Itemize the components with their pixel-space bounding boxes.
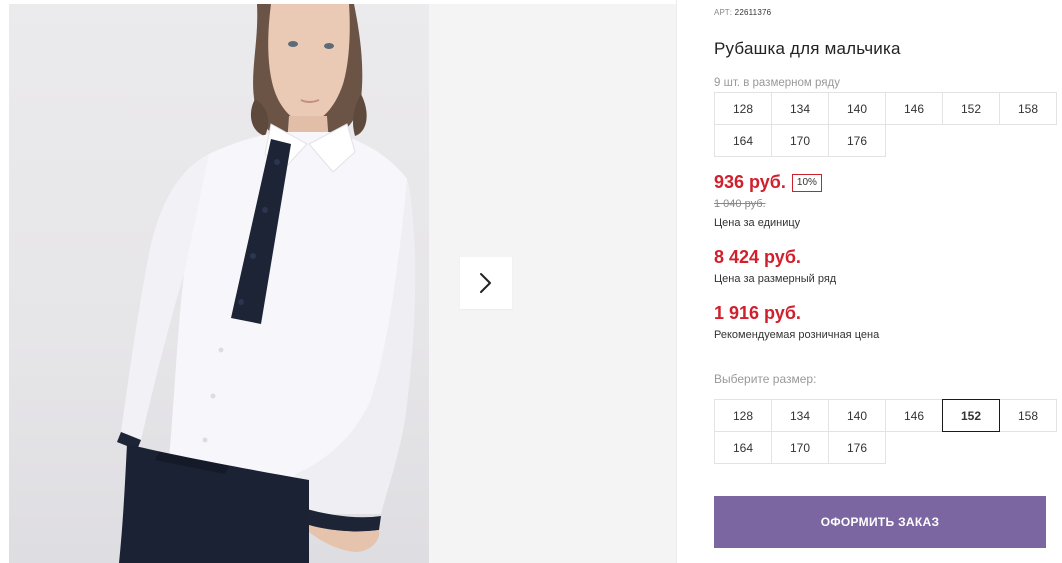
discount-badge: 10% <box>791 173 822 192</box>
pack-size-cell: 170 <box>771 124 829 157</box>
pack-size-cell: 176 <box>828 124 886 157</box>
pack-size-cell: 128 <box>714 92 772 125</box>
old-price: 1 040 руб. <box>714 198 766 210</box>
chevron-right-icon <box>480 273 491 293</box>
pack-size-cell: 140 <box>828 92 886 125</box>
product-photo-image <box>117 4 416 563</box>
sku-value: 22611376 <box>734 8 772 17</box>
pack-note: 9 шт. в размерном ряду <box>714 77 840 89</box>
rrp-price: 1 916 руб. <box>714 303 801 323</box>
size-option-selected[interactable]: 152 <box>942 399 1000 432</box>
size-option[interactable]: 134 <box>771 399 829 432</box>
size-option[interactable]: 146 <box>885 399 943 432</box>
size-option[interactable]: 128 <box>714 399 772 432</box>
size-option[interactable]: 170 <box>771 431 829 464</box>
sku: АРТ: 22611376 <box>714 8 771 17</box>
size-option[interactable]: 176 <box>828 431 886 464</box>
size-option[interactable]: 140 <box>828 399 886 432</box>
sku-label: АРТ: <box>714 8 733 17</box>
pack-size-cell: 134 <box>771 92 829 125</box>
size-selector: 128 134 140 146 152 158 164 170 176 <box>714 399 1057 464</box>
product-title: Рубашка для мальчика <box>714 39 901 58</box>
pack-size-cell: 164 <box>714 124 772 157</box>
pack-size-cell: 146 <box>885 92 943 125</box>
unit-price: 936 руб. <box>714 172 786 192</box>
rrp-price-label: Рекомендуемая розничная цена <box>714 329 880 341</box>
unit-price-row: 936 руб. 10% <box>714 172 822 193</box>
pack-price-label: Цена за размерный ряд <box>714 273 837 285</box>
pack-size-cell: 152 <box>942 92 1000 125</box>
size-option[interactable]: 158 <box>999 399 1057 432</box>
unit-price-label: Цена за единицу <box>714 217 801 229</box>
pack-price: 8 424 руб. <box>714 247 801 267</box>
product-photo <box>9 4 429 563</box>
size-option[interactable]: 164 <box>714 431 772 464</box>
choose-size-label: Выберите размер: <box>714 372 817 386</box>
next-image-button[interactable] <box>460 257 512 309</box>
place-order-button[interactable]: ОФОРМИТЬ ЗАКАЗ <box>714 496 1046 548</box>
product-gallery <box>0 0 677 563</box>
pack-size-cell: 158 <box>999 92 1057 125</box>
pack-size-grid: 128 134 140 146 152 158 164 170 176 <box>714 92 1057 157</box>
